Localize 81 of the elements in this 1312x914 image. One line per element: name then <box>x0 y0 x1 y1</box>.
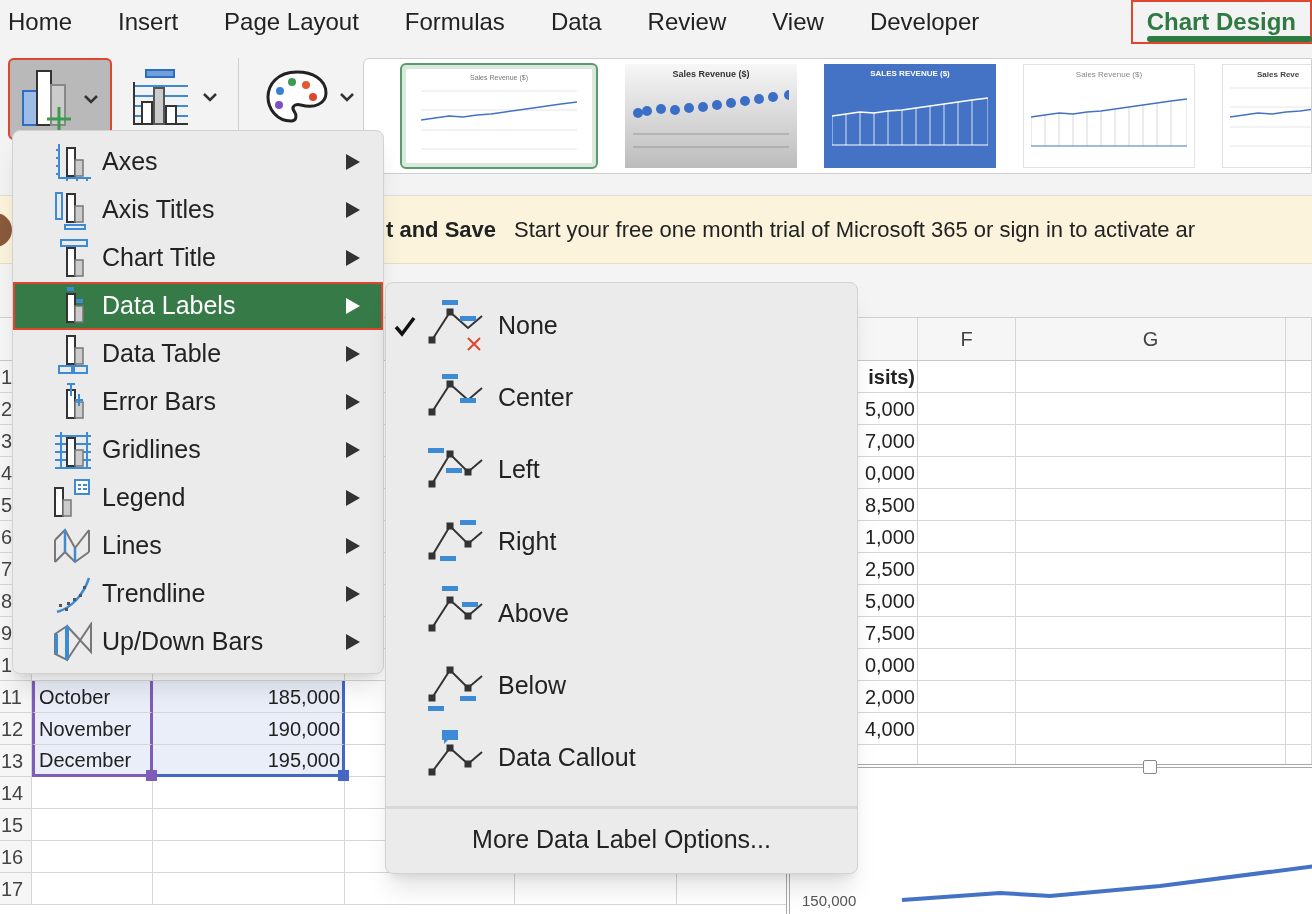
chart-style-icon <box>633 87 789 148</box>
chart-style-thumbnail[interactable]: Sales Revenue ($) <box>625 64 797 168</box>
row-number[interactable]: 15 <box>0 809 32 841</box>
resize-handle[interactable] <box>146 770 157 781</box>
up-down-bars-icon <box>53 622 93 662</box>
ribbon-tab[interactable]: Data <box>550 0 602 44</box>
quick-layout-button[interactable] <box>132 66 218 128</box>
submenu-arrow-icon <box>345 345 361 363</box>
axis-label: 150,000 <box>802 891 857 911</box>
ribbon-tab[interactable]: Developer <box>869 0 980 44</box>
ribbon-tab[interactable]: Home <box>8 0 73 44</box>
submenu-arrow-icon <box>345 249 361 267</box>
row-number[interactable]: 14 <box>0 777 32 809</box>
table-cell <box>1286 393 1312 425</box>
chevron-down-icon <box>202 92 218 102</box>
table-cell <box>1286 553 1312 585</box>
table-cell <box>1286 361 1312 393</box>
palette-icon <box>265 69 329 125</box>
submenu-arrow-icon <box>345 441 361 459</box>
row-number[interactable]: 16 <box>0 841 32 873</box>
notice-text: Start your free one month trial of Microsoft 365 or sign in to activate ar <box>514 216 1196 244</box>
table-cell <box>1286 521 1312 553</box>
legend-icon <box>53 478 93 518</box>
table-cell <box>1286 489 1312 521</box>
table-cell <box>1286 617 1312 649</box>
menu-item[interactable]: Axis Titles <box>13 186 383 234</box>
column-header[interactable]: F <box>918 318 1016 360</box>
table-cell: 190,000 <box>153 713 345 745</box>
ribbon-tab[interactable]: Page Layout <box>224 0 359 44</box>
ribbon-tab[interactable]: Formulas <box>404 0 505 44</box>
menu-item[interactable]: More Data Label Options... <box>472 821 771 859</box>
layout-icon <box>132 68 188 126</box>
submenu-arrow-icon <box>345 537 361 555</box>
menu-item[interactable]: None <box>386 290 857 362</box>
submenu-arrow-icon <box>345 297 361 315</box>
chevron-down-icon <box>339 92 355 102</box>
menu-item[interactable]: Legend <box>13 474 383 522</box>
submenu-arrow-icon <box>345 201 361 219</box>
lines-icon <box>53 526 93 566</box>
chart-style-icon <box>421 89 577 150</box>
table-cell <box>1286 681 1312 713</box>
chart-style-thumbnail[interactable]: SALES REVENUE ($) <box>824 64 996 168</box>
row-number[interactable]: 11 <box>0 681 32 713</box>
row-number[interactable]: 13 <box>0 745 32 777</box>
menu-item[interactable]: Error Bars <box>13 378 383 426</box>
ribbon-tab[interactable]: Insert <box>118 0 179 44</box>
submenu-arrow-icon <box>345 585 361 603</box>
chevron-down-icon <box>83 94 99 104</box>
menu-item[interactable]: Gridlines <box>13 426 383 474</box>
table-cell: November <box>32 713 153 745</box>
menu-item[interactable]: Data Labels <box>13 282 383 330</box>
ribbon-tab[interactable]: Review <box>647 0 727 44</box>
menu-item[interactable]: Axes <box>13 138 383 186</box>
chart-style-thumbnail[interactable]: Sales Revenue ($) <box>1023 64 1195 168</box>
axes-icon <box>53 142 93 182</box>
table-cell: 185,000 <box>153 681 345 713</box>
submenu-arrow-icon <box>345 489 361 507</box>
table-cell <box>1286 649 1312 681</box>
submenu-arrow-icon <box>345 633 361 651</box>
table-cell <box>1286 585 1312 617</box>
gridlines-icon <box>53 430 93 470</box>
ribbon-tab[interactable]: Chart Design <box>1130 0 1312 44</box>
table-cell <box>1286 425 1312 457</box>
checkmark-icon <box>393 314 417 338</box>
resize-handle[interactable] <box>1143 760 1157 774</box>
ribbon-tab[interactable]: View <box>772 0 824 44</box>
table-cell <box>1286 457 1312 489</box>
menu-item[interactable]: Data Table <box>13 330 383 378</box>
menu-item[interactable]: Lines <box>13 522 383 570</box>
row-number[interactable]: 12 <box>0 713 32 745</box>
resize-handle[interactable] <box>338 770 349 781</box>
column-header[interactable]: G <box>1016 318 1286 360</box>
row-number[interactable]: 17 <box>0 873 32 905</box>
chart-style-thumbnail[interactable]: Sales Reve <box>1222 64 1311 168</box>
menu-item[interactable]: Chart Title <box>13 234 383 282</box>
notice-title: t and Save <box>386 216 497 244</box>
menu-item[interactable]: Up/Down Bars <box>13 618 383 666</box>
menu-item[interactable]: Trendline <box>13 570 383 618</box>
submenu-arrow-icon <box>345 393 361 411</box>
submenu-arrow-icon <box>345 153 361 171</box>
table-cell: October <box>32 681 153 713</box>
